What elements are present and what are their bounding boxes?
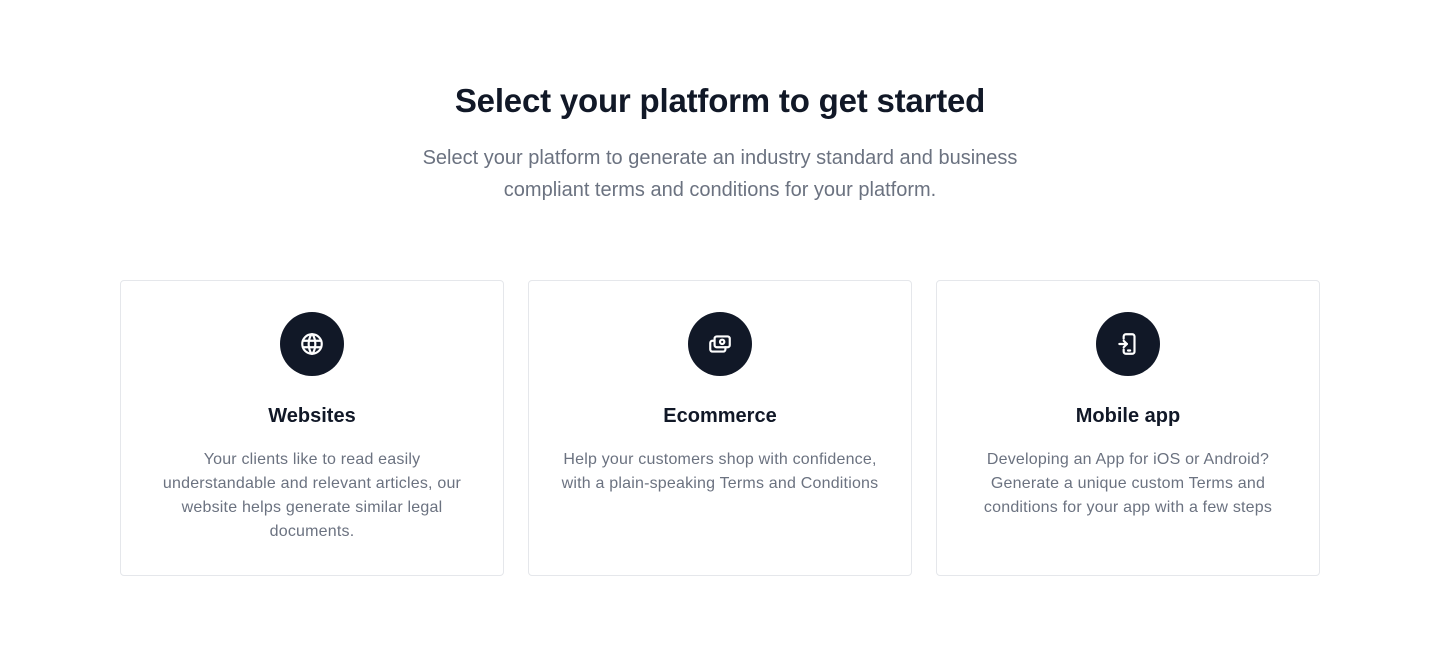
card-description: Developing an App for iOS or Android? Ge… (983, 451, 1273, 516)
globe-icon (280, 312, 344, 376)
platform-selection-section: Select your platform to get started Sele… (0, 0, 1440, 657)
page-subtitle: Select your platform to generate an indu… (422, 147, 1018, 201)
platform-card-mobile-app[interactable]: Mobile app Developing an App for iOS or … (936, 280, 1320, 576)
mobile-phone-icon (1096, 312, 1160, 376)
card-title: Mobile app (1075, 405, 1181, 427)
card-title: Ecommerce (663, 405, 777, 427)
section-header: Select your platform to get started Sele… (0, 80, 1440, 206)
card-title: Websites (268, 405, 356, 427)
platform-cards: Websites Your clients like to read easil… (120, 280, 1320, 576)
platform-card-ecommerce[interactable]: Ecommerce Help your customers shop with … (528, 280, 912, 576)
card-description: Help your customers shop with confidence… (561, 451, 879, 492)
card-description: Your clients like to read easily underst… (162, 451, 462, 540)
page-title: Select your platform to get started (454, 82, 986, 119)
platform-card-websites[interactable]: Websites Your clients like to read easil… (120, 280, 504, 576)
cash-icon (688, 312, 752, 376)
